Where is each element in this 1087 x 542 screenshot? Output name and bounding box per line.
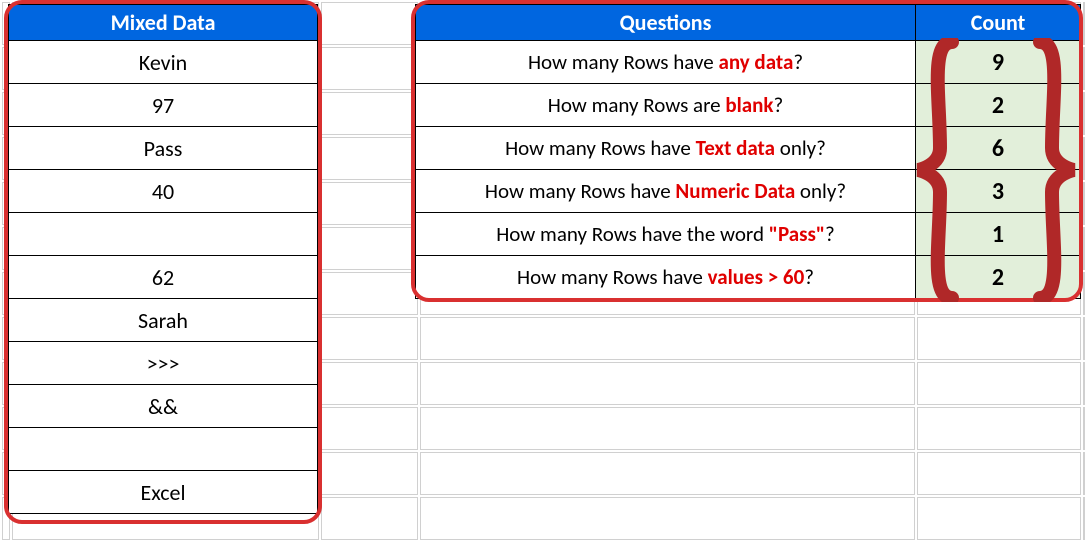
- mixed-data-cell: >>>: [9, 342, 318, 385]
- mixed-data-cell: Kevin: [9, 41, 318, 84]
- emphasis-text: blank: [725, 92, 773, 118]
- question-cell: How many Rows have values > 60?: [416, 256, 916, 299]
- table-row: [9, 213, 318, 256]
- table-row: How many Rows have values > 60?2: [416, 256, 1081, 299]
- table-row: How many Rows have any data?9: [416, 41, 1081, 84]
- questions-table: Questions Count How many Rows have any d…: [415, 4, 1081, 299]
- count-header: Count: [916, 5, 1081, 41]
- question-cell: How many Rows have Numeric Data only?: [416, 170, 916, 213]
- table-row: Pass: [9, 127, 318, 170]
- count-cell: 6: [916, 127, 1081, 170]
- questions-header: Questions: [416, 5, 916, 41]
- emphasis-text: values > 60: [708, 264, 805, 290]
- question-cell: How many Rows have the word "Pass"?: [416, 213, 916, 256]
- mixed-data-table: Mixed Data Kevin97Pass40 62Sarah>>>&& Exce…: [8, 4, 318, 514]
- count-cell: 3: [916, 170, 1081, 213]
- table-row: 62: [9, 256, 318, 299]
- table-row: 97: [9, 84, 318, 127]
- count-cell: 2: [916, 256, 1081, 299]
- emphasis-text: "Pass": [769, 221, 825, 247]
- mixed-data-cell: 40: [9, 170, 318, 213]
- question-cell: How many Rows have any data?: [416, 41, 916, 84]
- mixed-data-cell: Sarah: [9, 299, 318, 342]
- mixed-data-header: Mixed Data: [9, 5, 318, 41]
- table-row: Kevin: [9, 41, 318, 84]
- table-row: >>>: [9, 342, 318, 385]
- table-row: How many Rows have the word "Pass"?1: [416, 213, 1081, 256]
- count-cell: 2: [916, 84, 1081, 127]
- mixed-data-cell: [9, 213, 318, 256]
- mixed-data-cell: Pass: [9, 127, 318, 170]
- question-cell: How many Rows are blank?: [416, 84, 916, 127]
- mixed-data-cell: 97: [9, 84, 318, 127]
- mixed-data-cell: [9, 428, 318, 471]
- table-row: How many Rows have Text data only?6: [416, 127, 1081, 170]
- table-row: Excel: [9, 471, 318, 514]
- table-row: How many Rows have Numeric Data only?3: [416, 170, 1081, 213]
- count-cell: 1: [916, 213, 1081, 256]
- mixed-data-cell: 62: [9, 256, 318, 299]
- table-row: &&: [9, 385, 318, 428]
- table-row: 40: [9, 170, 318, 213]
- emphasis-text: Text data: [696, 135, 775, 161]
- table-row: Sarah: [9, 299, 318, 342]
- emphasis-text: Numeric Data: [675, 178, 795, 204]
- question-cell: How many Rows have Text data only?: [416, 127, 916, 170]
- mixed-data-cell: Excel: [9, 471, 318, 514]
- emphasis-text: any data: [718, 49, 793, 75]
- table-row: How many Rows are blank?2: [416, 84, 1081, 127]
- mixed-data-cell: &&: [9, 385, 318, 428]
- table-row: [9, 428, 318, 471]
- count-cell: 9: [916, 41, 1081, 84]
